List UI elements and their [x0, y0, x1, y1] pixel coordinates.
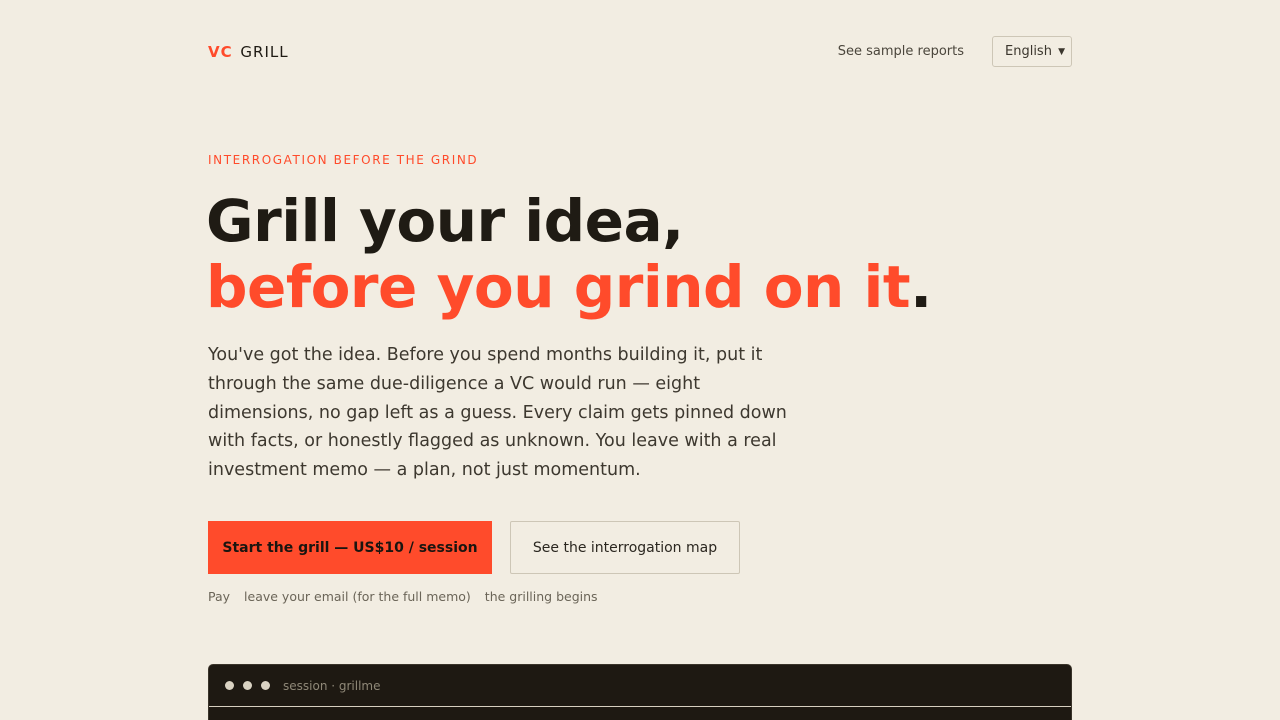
terminal-title: session · grillme: [283, 678, 381, 693]
hero-lede: You've got the idea. Before you spend mo…: [208, 345, 787, 481]
language-select[interactable]: English ▼: [992, 36, 1072, 67]
headline-dot: .: [910, 253, 932, 321]
logo-grill: GRILL: [240, 42, 289, 61]
logo-vc: VC: [208, 42, 233, 61]
landing-page: VC GRILL See sample reports English ▼ IN…: [0, 0, 1280, 720]
start-grill-button[interactable]: Start the grill — US$10 / session: [208, 521, 492, 574]
header-nav: See sample reports English ▼: [838, 36, 1072, 67]
headline-line-1: Grill your idea,: [206, 187, 684, 255]
window-dot-icon: [243, 681, 252, 690]
step-grilling: the grilling begins: [484, 589, 598, 604]
step-pay: Pay: [208, 589, 231, 604]
headline-line-2-text: before you grind on it: [206, 253, 911, 321]
sample-reports-link[interactable]: See sample reports: [838, 44, 964, 59]
flow-steps: Pay leave your email (for the full memo)…: [208, 589, 598, 604]
hero-headline: Grill your idea, before you grind on it.: [206, 188, 932, 320]
interrogation-map-button[interactable]: See the interrogation map: [510, 521, 740, 574]
step-email: leave your email (for the full memo): [244, 589, 471, 604]
logo[interactable]: VC GRILL: [208, 43, 289, 61]
headline-line-2: before you grind on it.: [206, 254, 932, 320]
chevron-down-icon: ▼: [1058, 46, 1065, 57]
window-dot-icon: [261, 681, 270, 690]
terminal-title-bar: session · grillme: [209, 665, 1071, 707]
window-dot-icon: [225, 681, 234, 690]
session-terminal: session · grillme: [208, 664, 1072, 720]
site-header: VC GRILL See sample reports English ▼: [208, 36, 1072, 67]
hero-eyebrow: INTERROGATION BEFORE THE GRIND: [208, 153, 479, 167]
language-value: English: [1005, 44, 1052, 59]
